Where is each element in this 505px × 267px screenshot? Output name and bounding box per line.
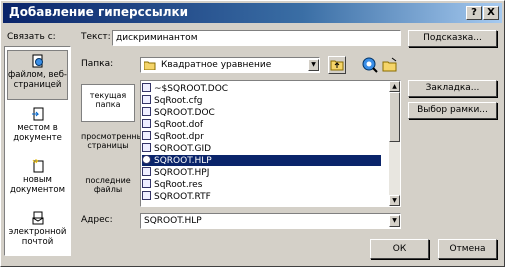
address-field[interactable]: SQROOT.HLP ▼ [140, 213, 401, 229]
file-icon [142, 167, 151, 176]
ok-button[interactable]: ОК [370, 239, 429, 259]
new-document-icon [32, 159, 43, 173]
scroll-up-arrow[interactable]: ▲ [389, 81, 400, 92]
window-title: Добавление гиперссылки [9, 5, 189, 19]
word-doc-icon [142, 107, 151, 116]
list-item[interactable]: SqRoot.dpr [142, 131, 207, 142]
link-to-new-document-label: новым документом [9, 175, 65, 195]
look-in-panel: текущая папка просмотренные страницы пос… [79, 80, 148, 207]
link-to-place-in-document[interactable]: местом в документе [7, 107, 68, 143]
list-item[interactable]: SQROOT.HPJ [142, 167, 212, 178]
up-folder-icon [330, 60, 344, 71]
list-item-selected[interactable]: SQROOT.HLP [142, 155, 381, 166]
file-icon [142, 179, 151, 188]
look-in-recent-files[interactable]: последние файлы [81, 176, 135, 194]
link-to-place-label: местом в документе [13, 123, 62, 143]
folder-select[interactable]: Квадратное уравнение ▼ [140, 57, 320, 73]
look-in-browsed-pages[interactable]: просмотренные страницы [81, 132, 148, 150]
help-button[interactable]: ? [466, 6, 482, 20]
file-icon [142, 119, 151, 128]
link-to-label: Связать с: [7, 32, 56, 42]
help-file-icon [142, 155, 151, 164]
folder-label: Папка: [81, 59, 114, 69]
delphi-project-icon [142, 131, 151, 140]
look-in-current-folder[interactable]: текущая папка [81, 84, 135, 122]
hyperlink-dialog: Добавление гиперссылки ? X Связать с: фа… [0, 0, 505, 267]
list-item[interactable]: SQROOT.DOC [142, 107, 218, 118]
file-list[interactable]: ~$SQROOT.DOC SqRoot.cfg SQROOT.DOC SqRoo… [140, 80, 401, 207]
link-to-email-label: электронной почтой [8, 227, 67, 247]
file-list-scrollbar[interactable]: ▲ ▼ [389, 81, 400, 206]
close-button[interactable]: X [483, 6, 499, 20]
list-item[interactable]: SQROOT.RTF [142, 191, 214, 202]
target-frame-button[interactable]: Выбор рамки... [408, 102, 497, 119]
link-to-email[interactable]: электронной почтой [7, 211, 68, 247]
list-item[interactable]: SQROOT.GID [142, 143, 214, 154]
browse-web-button[interactable] [362, 57, 378, 73]
address-label: Адрес: [81, 215, 113, 225]
scroll-thumb[interactable] [389, 92, 400, 142]
place-in-document-icon [31, 107, 43, 121]
browse-web-icon [362, 57, 378, 73]
word-doc-icon [142, 191, 151, 200]
address-dropdown-arrow[interactable]: ▼ [389, 215, 400, 227]
browse-file-icon [382, 57, 397, 72]
link-to-file-or-web[interactable]: файлом, веб-страницей [7, 50, 68, 100]
text-label: Текст: [81, 32, 111, 42]
text-to-display-field[interactable]: дискриминантом [112, 30, 401, 46]
link-to-file-label: файлом, веб-страницей [8, 70, 67, 90]
scroll-down-arrow[interactable]: ▼ [389, 195, 400, 206]
screentip-button[interactable]: Подсказка... [408, 30, 497, 47]
folder-value: Квадратное уравнение [161, 60, 272, 70]
word-doc-icon [142, 83, 151, 92]
list-item[interactable]: SqRoot.dof [142, 119, 206, 130]
web-page-icon [32, 54, 43, 68]
title-bar: Добавление гиперссылки ? X [3, 3, 502, 23]
file-icon [142, 95, 151, 104]
file-icon [142, 143, 151, 152]
link-to-panel: файлом, веб-страницей местом в документе… [4, 46, 71, 256]
email-icon [32, 211, 43, 225]
list-item[interactable]: ~$SQROOT.DOC [142, 83, 231, 94]
folder-icon [144, 61, 156, 70]
folder-dropdown-arrow[interactable]: ▼ [308, 59, 319, 71]
up-one-folder-button[interactable] [328, 56, 346, 74]
list-item[interactable]: SqRoot.res [142, 179, 205, 190]
list-item[interactable]: SqRoot.cfg [142, 95, 206, 106]
link-to-new-document[interactable]: новым документом [7, 159, 68, 195]
bookmark-button[interactable]: Закладка... [408, 80, 497, 97]
cancel-button[interactable]: Отмена [438, 239, 497, 259]
address-value: SQROOT.HLP [144, 216, 202, 226]
browse-file-button[interactable] [382, 57, 398, 73]
